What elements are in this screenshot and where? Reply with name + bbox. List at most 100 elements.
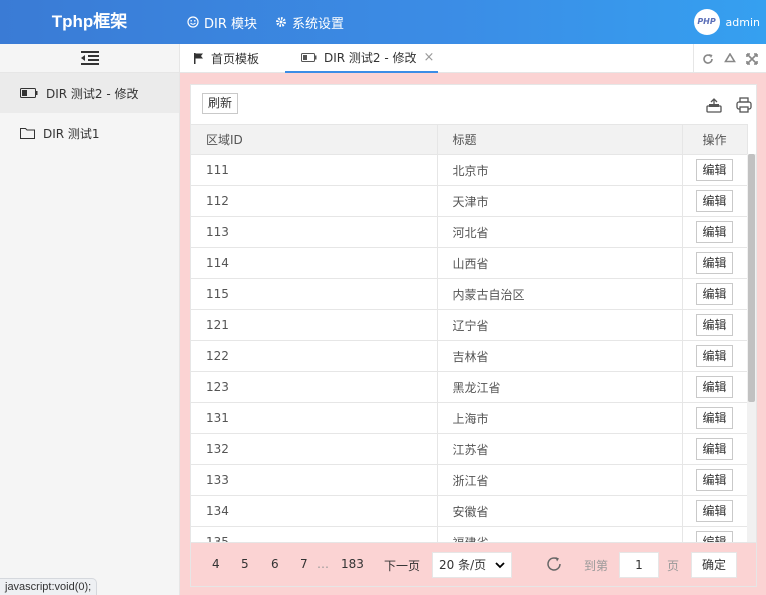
cell-actions: 编辑: [682, 247, 748, 279]
refresh-page-icon[interactable]: [545, 555, 563, 573]
edit-button[interactable]: 编辑: [696, 283, 733, 305]
fullscreen-icon[interactable]: [746, 52, 758, 65]
edit-button[interactable]: 编辑: [696, 190, 733, 212]
edit-button[interactable]: 编辑: [696, 345, 733, 367]
table-row: 121 辽宁省 编辑: [191, 309, 748, 341]
tab-label: 首页模板: [211, 52, 260, 66]
print-icon[interactable]: [736, 97, 752, 113]
app-logo[interactable]: Tphp框架: [0, 0, 179, 44]
table-row: 114 山西省 编辑: [191, 247, 748, 279]
page-link-6[interactable]: 6: [271, 557, 279, 571]
edit-button[interactable]: 编辑: [696, 500, 733, 522]
next-page-link[interactable]: 下一页: [384, 557, 420, 574]
page-unit-label: 页: [667, 559, 680, 573]
cell-title: 吉林省: [437, 340, 683, 372]
page-size-value: 20 条/页: [439, 558, 487, 572]
table-row: 133 浙江省 编辑: [191, 464, 748, 496]
sidebar-toggle-button[interactable]: [0, 44, 179, 73]
cell-actions: 编辑: [682, 216, 748, 248]
table-row: 134 安徽省 编辑: [191, 495, 748, 527]
tab-label: DIR 测试2 - 修改: [324, 51, 417, 65]
cell-region-id: 112: [191, 185, 438, 217]
user-menu[interactable]: PHP admin: [693, 0, 760, 44]
table-row: 123 黑龙江省 编辑: [191, 371, 748, 403]
scrollbar-thumb[interactable]: [748, 154, 755, 402]
cell-title: 天津市: [437, 185, 683, 217]
page-size-select[interactable]: 20 条/页: [432, 552, 512, 578]
cell-region-id: 113: [191, 216, 438, 248]
edit-button[interactable]: 编辑: [696, 469, 733, 491]
cell-actions: 编辑: [682, 278, 748, 310]
cell-title: 河北省: [437, 216, 683, 248]
pagination: 4 5 6 7 … 183 下一页 20 条/页 到第 1 页 确定: [191, 542, 756, 586]
sidebar-item-dir-test2-edit[interactable]: DIR 测试2 - 修改: [0, 73, 179, 113]
cell-actions: 编辑: [682, 185, 748, 217]
battery-icon: [301, 53, 317, 62]
table-panel: 刷新 区域ID 标题 操作 111 北京市 编辑 112 天津市 编辑 113 …: [190, 84, 757, 587]
sidebar-item-dir-test1[interactable]: DIR 测试1: [0, 113, 179, 153]
edit-button[interactable]: 编辑: [696, 407, 733, 429]
recycle-icon[interactable]: [724, 52, 736, 65]
indent-icon: [80, 51, 99, 65]
cell-title: 黑龙江省: [437, 371, 683, 403]
cell-title: 北京市: [437, 154, 683, 186]
cell-title: 浙江省: [437, 464, 683, 496]
cell-actions: 编辑: [682, 464, 748, 496]
page-link-7[interactable]: 7: [300, 557, 308, 571]
edit-button[interactable]: 编辑: [696, 376, 733, 398]
column-header-actions: 操作: [682, 124, 748, 155]
table-body: 111 北京市 编辑 112 天津市 编辑 113 河北省 编辑 114 山西省 编辑 115 内蒙古自治…: [191, 154, 748, 544]
cell-actions: 编辑: [682, 402, 748, 434]
table-row: 122 吉林省 编辑: [191, 340, 748, 372]
cell-region-id: 114: [191, 247, 438, 279]
sidebar: DIR 测试2 - 修改 DIR 测试1 javascript:void(0);: [0, 44, 180, 595]
nav-item-dir-module[interactable]: DIR 模块: [187, 13, 257, 32]
cell-title: 安徽省: [437, 495, 683, 527]
refresh-button[interactable]: 刷新: [202, 93, 239, 114]
tab-tools: [693, 44, 766, 73]
cell-region-id: 134: [191, 495, 438, 527]
confirm-page-button[interactable]: 确定: [691, 552, 737, 578]
column-header-region-id[interactable]: 区域ID: [191, 124, 438, 155]
page-number-input[interactable]: 1: [619, 552, 659, 578]
cell-title: 江苏省: [437, 433, 683, 465]
refresh-icon[interactable]: [702, 53, 714, 65]
tab-dir-test2-edit[interactable]: DIR 测试2 - 修改 ×: [285, 44, 439, 73]
cell-region-id: 133: [191, 464, 438, 496]
nav-item-system-settings[interactable]: 系统设置: [275, 13, 344, 32]
page-link-last[interactable]: 183: [341, 557, 364, 571]
cell-region-id: 122: [191, 340, 438, 372]
cell-actions: 编辑: [682, 495, 748, 527]
table-row: 112 天津市 编辑: [191, 185, 748, 217]
data-table-wrapper[interactable]: 区域ID 标题 操作 111 北京市 编辑 112 天津市 编辑 113 河北省 编辑 114 山西…: [191, 124, 756, 544]
page-link-4[interactable]: 4: [212, 557, 220, 571]
toolbar-icons: [706, 97, 752, 113]
page-link-5[interactable]: 5: [241, 557, 249, 571]
top-nav: DIR 模块 系统设置: [187, 0, 344, 44]
cell-region-id: 132: [191, 433, 438, 465]
column-header-title[interactable]: 标题: [437, 124, 683, 155]
page-ellipsis: …: [317, 557, 329, 571]
tabs-bar: 首页模板 DIR 测试2 - 修改 ×: [180, 44, 766, 73]
edit-button[interactable]: 编辑: [696, 438, 733, 460]
edit-button[interactable]: 编辑: [696, 314, 733, 336]
sidebar-item-label: DIR 测试1: [43, 126, 100, 141]
cell-title: 辽宁省: [437, 309, 683, 341]
username: admin: [725, 15, 760, 29]
folder-icon: [20, 128, 35, 139]
tab-home-template[interactable]: 首页模板: [194, 44, 259, 73]
cell-region-id: 111: [191, 154, 438, 186]
edit-button[interactable]: 编辑: [696, 221, 733, 243]
cell-title: 内蒙古自治区: [437, 278, 683, 310]
gear-icon: [276, 17, 286, 27]
battery-icon: [20, 88, 38, 98]
edit-button[interactable]: 编辑: [696, 252, 733, 274]
nav-item-label: DIR 模块: [204, 16, 258, 32]
cell-actions: 编辑: [682, 154, 748, 186]
export-icon[interactable]: [706, 97, 722, 113]
close-icon[interactable]: ×: [424, 50, 435, 65]
table-scrollbar[interactable]: [747, 154, 756, 544]
edit-button[interactable]: 编辑: [696, 159, 733, 181]
cell-actions: 编辑: [682, 340, 748, 372]
data-table: 区域ID 标题 操作 111 北京市 编辑 112 天津市 编辑 113 河北省 编辑 114 山西…: [191, 124, 748, 544]
